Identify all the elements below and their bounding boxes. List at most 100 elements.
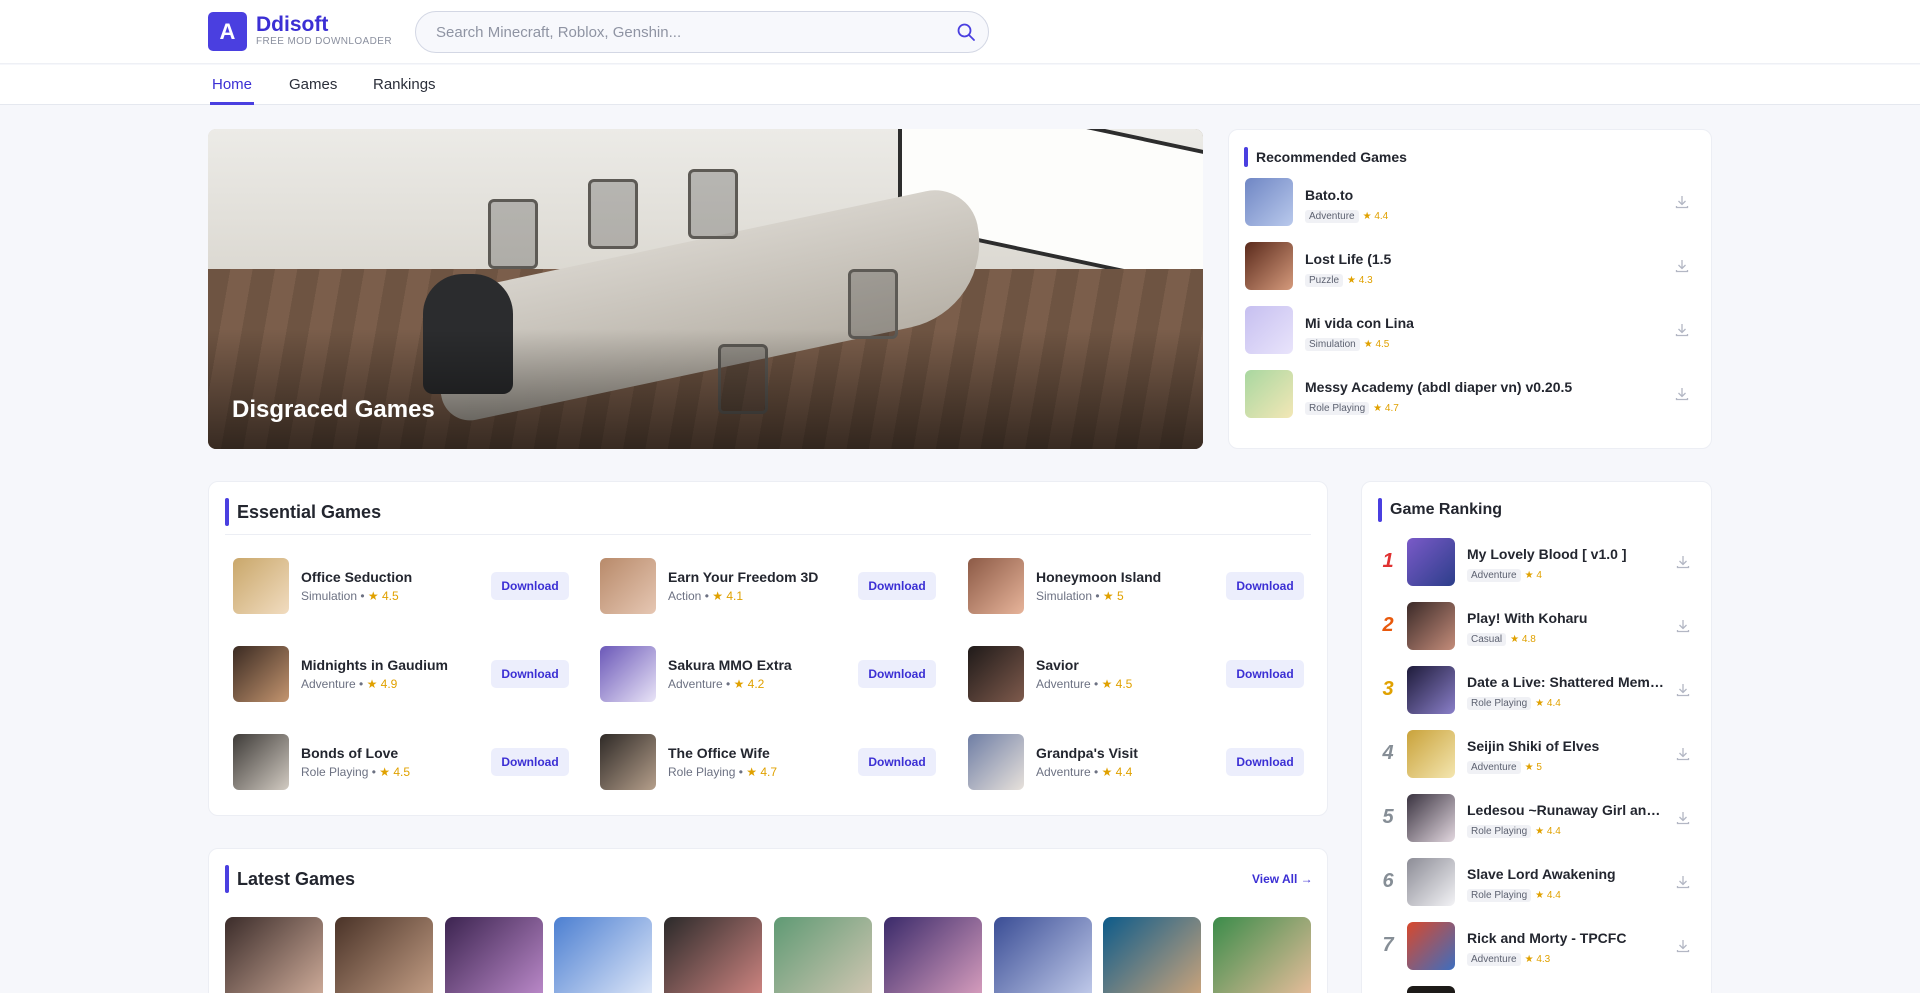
- download-button[interactable]: Download: [491, 748, 569, 776]
- game-thumbnail[interactable]: [968, 558, 1024, 614]
- nav-home[interactable]: Home: [212, 76, 252, 93]
- game-thumbnail[interactable]: [1245, 178, 1293, 226]
- game-thumbnail[interactable]: [968, 646, 1024, 702]
- game-thumbnail[interactable]: [774, 917, 872, 993]
- game-name[interactable]: Midnights in Gaudium: [301, 657, 448, 673]
- game-thumbnail[interactable]: [335, 917, 433, 993]
- game-name[interactable]: Play! With Koharu: [1467, 610, 1667, 626]
- game-thumbnail[interactable]: [1245, 242, 1293, 290]
- game-thumbnail[interactable]: [233, 558, 289, 614]
- download-icon[interactable]: [1675, 554, 1691, 570]
- download-icon[interactable]: [1675, 938, 1691, 954]
- brand-name[interactable]: Ddisoft: [256, 13, 328, 37]
- list-item[interactable]: Sakura MMO Extra Adventure • ★ 4.2 Downl…: [600, 646, 940, 704]
- game-name[interactable]: Bato.to: [1305, 187, 1353, 203]
- download-icon[interactable]: [1674, 386, 1690, 402]
- game-thumbnail[interactable]: [233, 646, 289, 702]
- game-name[interactable]: Honeymoon Island: [1036, 569, 1161, 585]
- list-item[interactable]: Bato.to Adventure ★ 4.4: [1245, 178, 1695, 228]
- view-all-link[interactable]: View All →: [1252, 872, 1313, 886]
- game-name[interactable]: Messy Academy (abdl diaper vn) v0.20.5: [1305, 379, 1572, 395]
- game-thumbnail[interactable]: [1407, 666, 1455, 714]
- ranking-row[interactable]: 6 Slave Lord Awakening Role Playing ★ 4.4: [1377, 858, 1697, 908]
- list-item[interactable]: Earn Your Freedom 3D Action • ★ 4.1 Down…: [600, 558, 940, 616]
- list-item[interactable]: Grandpa's Visit Adventure • ★ 4.4 Downlo…: [968, 734, 1308, 792]
- download-button[interactable]: Download: [1226, 660, 1304, 688]
- download-icon[interactable]: [1675, 810, 1691, 826]
- game-thumbnail[interactable]: [1407, 922, 1455, 970]
- game-thumbnail[interactable]: [1407, 794, 1455, 842]
- download-button[interactable]: Download: [1226, 572, 1304, 600]
- game-thumbnail[interactable]: [1245, 306, 1293, 354]
- game-thumbnail[interactable]: [445, 917, 543, 993]
- nav-games[interactable]: Games: [289, 76, 337, 93]
- game-name[interactable]: Lost Life (1.5: [1305, 251, 1391, 267]
- list-item[interactable]: Messy Academy (abdl diaper vn) v0.20.5 R…: [1245, 370, 1695, 420]
- game-thumbnail[interactable]: [1407, 858, 1455, 906]
- download-icon[interactable]: [1675, 874, 1691, 890]
- list-item[interactable]: Office Seduction Simulation • ★ 4.5 Down…: [233, 558, 573, 616]
- download-icon[interactable]: [1674, 194, 1690, 210]
- game-name[interactable]: Sakura MMO Extra: [668, 657, 792, 673]
- game-thumbnail[interactable]: [225, 917, 323, 993]
- game-name[interactable]: The Office Wife: [668, 745, 770, 761]
- list-item[interactable]: Midnights in Gaudium Adventure • ★ 4.9 D…: [233, 646, 573, 704]
- list-item[interactable]: The Office Wife Role Playing • ★ 4.7 Dow…: [600, 734, 940, 792]
- ranking-row[interactable]: 1 My Lovely Blood [ v1.0 ] Adventure ★ 4: [1377, 538, 1697, 588]
- download-button[interactable]: Download: [858, 748, 936, 776]
- download-button[interactable]: Download: [858, 660, 936, 688]
- list-item[interactable]: Mi vida con Lina Simulation ★ 4.5: [1245, 306, 1695, 356]
- game-thumbnail[interactable]: [600, 558, 656, 614]
- ranking-row[interactable]: [1377, 986, 1697, 993]
- game-name[interactable]: Seijin Shiki of Elves: [1467, 738, 1667, 754]
- game-thumbnail[interactable]: [664, 917, 762, 993]
- game-thumbnail[interactable]: [233, 734, 289, 790]
- game-thumbnail[interactable]: [1407, 602, 1455, 650]
- game-thumbnail[interactable]: [968, 734, 1024, 790]
- game-name[interactable]: My Lovely Blood [ v1.0 ]: [1467, 546, 1667, 562]
- game-name[interactable]: Slave Lord Awakening: [1467, 866, 1667, 882]
- ranking-row[interactable]: 3 Date a Live: Shattered Memo... Role Pl…: [1377, 666, 1697, 716]
- hero-title[interactable]: Disgraced Games: [232, 396, 435, 424]
- game-thumbnail[interactable]: [1245, 370, 1293, 418]
- download-button[interactable]: Download: [491, 660, 569, 688]
- game-thumbnail[interactable]: [1407, 986, 1455, 993]
- game-thumbnail[interactable]: [600, 646, 656, 702]
- nav-rankings[interactable]: Rankings: [373, 76, 436, 93]
- game-name[interactable]: Ledesou ~Runaway Girl and ...: [1467, 802, 1667, 818]
- game-name[interactable]: Office Seduction: [301, 569, 412, 585]
- download-icon[interactable]: [1675, 746, 1691, 762]
- game-thumbnail[interactable]: [1103, 917, 1201, 993]
- game-name[interactable]: Bonds of Love: [301, 745, 398, 761]
- game-thumbnail[interactable]: [600, 734, 656, 790]
- download-icon[interactable]: [1674, 322, 1690, 338]
- download-icon[interactable]: [1675, 682, 1691, 698]
- ranking-row[interactable]: 7 Rick and Morty - TPCFC Adventure ★ 4.3: [1377, 922, 1697, 972]
- game-name[interactable]: Grandpa's Visit: [1036, 745, 1138, 761]
- game-name[interactable]: Savior: [1036, 657, 1079, 673]
- download-button[interactable]: Download: [491, 572, 569, 600]
- game-thumbnail[interactable]: [994, 917, 1092, 993]
- download-button[interactable]: Download: [858, 572, 936, 600]
- ranking-row[interactable]: 2 Play! With Koharu Casual ★ 4.8: [1377, 602, 1697, 652]
- game-name[interactable]: Rick and Morty - TPCFC: [1467, 930, 1667, 946]
- game-thumbnail[interactable]: [554, 917, 652, 993]
- download-button[interactable]: Download: [1226, 748, 1304, 776]
- logo-icon[interactable]: A: [208, 12, 247, 51]
- download-icon[interactable]: [1675, 618, 1691, 634]
- game-thumbnail[interactable]: [1407, 538, 1455, 586]
- list-item[interactable]: Bonds of Love Role Playing • ★ 4.5 Downl…: [233, 734, 573, 792]
- list-item[interactable]: Savior Adventure • ★ 4.5 Download: [968, 646, 1308, 704]
- search-input[interactable]: [436, 12, 936, 52]
- list-item[interactable]: Lost Life (1.5 Puzzle ★ 4.3: [1245, 242, 1695, 292]
- ranking-row[interactable]: 4 Seijin Shiki of Elves Adventure ★ 5: [1377, 730, 1697, 780]
- list-item[interactable]: Honeymoon Island Simulation • ★ 5 Downlo…: [968, 558, 1308, 616]
- ranking-row[interactable]: 5 Ledesou ~Runaway Girl and ... Role Pla…: [1377, 794, 1697, 844]
- game-name[interactable]: Earn Your Freedom 3D: [668, 569, 818, 585]
- hero-banner[interactable]: Disgraced Games: [208, 129, 1203, 449]
- game-thumbnail[interactable]: [884, 917, 982, 993]
- download-icon[interactable]: [1674, 258, 1690, 274]
- search-icon[interactable]: [956, 22, 976, 42]
- game-thumbnail[interactable]: [1213, 917, 1311, 993]
- game-name[interactable]: Date a Live: Shattered Memo...: [1467, 674, 1667, 690]
